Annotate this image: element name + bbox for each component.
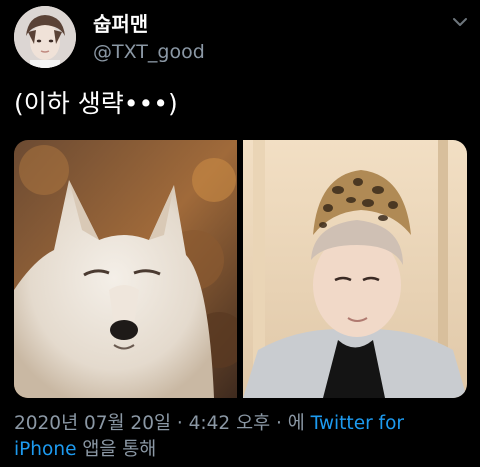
- tweet-date[interactable]: 2020년 07월 20일: [14, 413, 171, 434]
- tweet-time[interactable]: 4:42 오후: [189, 413, 270, 434]
- source-link-line2: iPhone: [14, 439, 77, 460]
- more-options-button[interactable]: [450, 12, 470, 32]
- meta-separator: ·: [170, 413, 189, 434]
- via-suffix: 앱을 통해: [76, 439, 157, 460]
- via-prefix: 에: [287, 413, 311, 434]
- tweet-meta: 2020년 07월 20일 · 4:42 오후 · 에 Twitter for i…: [14, 411, 474, 463]
- media-image-person[interactable]: [243, 140, 467, 398]
- media-image-wolf[interactable]: [14, 140, 237, 398]
- chevron-down-icon: [453, 18, 467, 26]
- avatar[interactable]: [14, 6, 76, 68]
- handle[interactable]: @TXT_good: [93, 40, 205, 64]
- meta-separator: ·: [270, 413, 288, 434]
- tweet: 숩퍼맨 @TXT_good (이하 생략•••) 2020년 07월 20일 ·…: [0, 0, 480, 467]
- source-link-line1: Twitter for: [310, 413, 404, 434]
- tweet-text: (이하 생략•••): [14, 89, 178, 118]
- display-name[interactable]: 숩퍼맨: [93, 12, 148, 36]
- media-grid[interactable]: [14, 140, 467, 398]
